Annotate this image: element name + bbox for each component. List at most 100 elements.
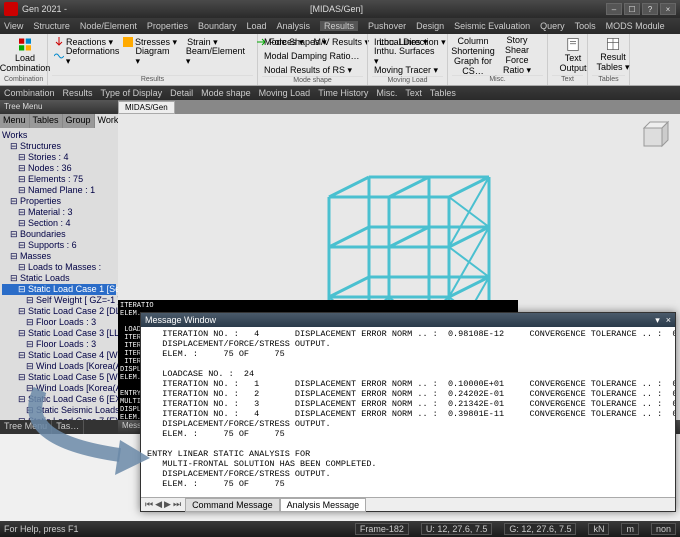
beam-element-button[interactable]: Beam/Element ▾ (184, 50, 253, 62)
tree-node[interactable]: ⊟ Static Seismic Loads [Korea (2, 405, 116, 416)
msgwin-close-icon[interactable]: × (666, 315, 671, 326)
tree-node[interactable]: ⊟ Supports : 6 (2, 240, 116, 251)
ribbon-group-label: Misc. (452, 75, 543, 83)
menu-structure[interactable]: Structure (33, 21, 70, 31)
menu-seismic[interactable]: Seismic Evaluation (454, 21, 530, 31)
ribbon-group-label: Results (52, 75, 253, 83)
menu-boundary[interactable]: Boundary (198, 21, 237, 31)
close-button[interactable]: × (660, 3, 676, 15)
tree-bottom-task[interactable]: Tas… (52, 420, 84, 434)
tree-node[interactable]: ⊟ Boundaries (2, 229, 116, 240)
menu-tools[interactable]: Tools (575, 21, 596, 31)
tree-view[interactable]: Works⊟ Structures⊟ Stories : 4⊟ Nodes : … (0, 128, 118, 420)
menu-node-element[interactable]: Node/Element (80, 21, 137, 31)
tree-node[interactable]: ⊟ Loads to Masses : (2, 262, 116, 273)
menu-design[interactable]: Design (416, 21, 444, 31)
ribbon: Load Combination Combination Reactions ▾… (0, 34, 680, 86)
nodal-results-button[interactable]: Nodal Results of RS ▾ (262, 64, 363, 76)
diagram-button[interactable]: Diagram ▾ (133, 50, 177, 62)
message-window-titlebar[interactable]: Message Window ▾ × (141, 313, 675, 327)
ribbon-group-label: Moving Load (372, 76, 443, 84)
load-combination-button[interactable]: Load Combination (4, 36, 46, 74)
tree-node[interactable]: ⊟ Wind Loads [Korea(Arch.200 (2, 383, 116, 394)
tree-node[interactable]: ⊟ Elements : 75 (2, 174, 116, 185)
tree-node[interactable]: Works (2, 130, 116, 141)
ribbon-group-label: Text (552, 75, 583, 83)
app-title: Gen 2021 - (22, 4, 67, 14)
tree-node[interactable]: ⊟ Static Load Case 6 [EX : X-방… (2, 394, 116, 405)
message-window-body[interactable]: ITERATION NO. : 4 DISPLACEMENT ERROR NOR… (141, 327, 675, 497)
status-mode[interactable]: non (651, 523, 676, 535)
tree-node[interactable]: ⊟ Static Load Case 5 [WY : 풍하… (2, 372, 116, 383)
tree-node[interactable]: ⊟ Floor Loads : 3 (2, 317, 116, 328)
minimize-button[interactable]: – (606, 3, 622, 15)
message-window: Message Window ▾ × ITERATION NO. : 4 DIS… (140, 312, 676, 512)
mode-shapes-button[interactable]: Mode Shapes ▾ (262, 36, 363, 48)
msgtab-prev-icon[interactable]: ◀ (155, 499, 162, 510)
moving-tracer-button[interactable]: Moving Tracer ▾ (372, 64, 443, 76)
tree-node[interactable]: ⊟ Stories : 4 (2, 152, 116, 163)
status-frame: Frame-182 (355, 523, 409, 535)
tree-node[interactable]: ⊟ Static Load Case 4 [WX : 풍하… (2, 350, 116, 361)
tree-node[interactable]: ⊟ Static Load Case 3 [LL : 적재… (2, 328, 116, 339)
tab-command-message[interactable]: Command Message (185, 498, 280, 512)
tree-node[interactable]: ⊟ Named Plane : 1 (2, 185, 116, 196)
tree-bottom-tab[interactable]: Tree Menu (0, 420, 52, 434)
deformations-button[interactable]: Deformations ▾ (52, 50, 127, 62)
msgtab-first-icon[interactable]: ⏮ (145, 499, 153, 510)
maximize-button[interactable]: ☐ (624, 3, 640, 15)
tree-tab-tables[interactable]: Tables (30, 114, 63, 128)
menu-view[interactable]: View (4, 21, 23, 31)
tab-display[interactable]: Type of Display (101, 88, 163, 98)
tree-node[interactable]: ⊟ Nodes : 36 (2, 163, 116, 174)
view-cube-icon[interactable] (640, 120, 670, 150)
menu-analysis[interactable]: Analysis (277, 21, 311, 31)
msgtab-next-icon[interactable]: ▶ (164, 499, 171, 510)
status-u-coord: U: 12, 27.6, 7.5 (421, 523, 493, 535)
tree-node[interactable]: ⊟ Static Load Case 1 [Self : 자… (2, 284, 116, 295)
menu-query[interactable]: Query (540, 21, 565, 31)
tab-movingload[interactable]: Moving Load (259, 88, 311, 98)
msgwin-dropdown-icon[interactable]: ▾ (655, 315, 660, 326)
result-tables-button[interactable]: Result Tables ▾ (592, 36, 634, 74)
viewport-tab[interactable]: MIDAS/Gen (118, 101, 175, 114)
ribbon-group-label: Tables (592, 75, 625, 83)
tab-text[interactable]: Text (405, 88, 422, 98)
ribbon-group-label: Combination (4, 75, 43, 83)
tab-detail[interactable]: Detail (170, 88, 193, 98)
menu-load[interactable]: Load (246, 21, 266, 31)
tree-node[interactable]: ⊟ Self Weight [ GZ=-1 ] (2, 295, 116, 306)
column-shortening-button[interactable]: Column Shortening Graph for CS… (452, 36, 494, 74)
inthu-surfaces-button[interactable]: Inthu. Surfaces ▾ (372, 50, 443, 62)
tree-tab-menu[interactable]: Menu (0, 114, 30, 128)
help-button[interactable]: ? (642, 3, 658, 15)
tree-node[interactable]: ⊟ Properties (2, 196, 116, 207)
menu-properties[interactable]: Properties (147, 21, 188, 31)
tree-node[interactable]: ⊟ Structures (2, 141, 116, 152)
modal-damping-button[interactable]: Modal Damping Ratio… (262, 50, 363, 62)
tree-node[interactable]: ⊟ Wind Loads [Korea(Arch.200 (2, 361, 116, 372)
tab-analysis-message[interactable]: Analysis Message (280, 498, 367, 512)
menu-pushover[interactable]: Pushover (368, 21, 406, 31)
tab-misc[interactable]: Misc. (376, 88, 397, 98)
tree-node[interactable]: ⊟ Static Load Case 2 [DL : 고정… (2, 306, 116, 317)
tab-results[interactable]: Results (63, 88, 93, 98)
tab-timehistory[interactable]: Time History (318, 88, 368, 98)
tab-modeshape[interactable]: Mode shape (201, 88, 251, 98)
tab-tables[interactable]: Tables (430, 88, 456, 98)
tree-node[interactable]: ⊟ Masses (2, 251, 116, 262)
tree-node[interactable]: ⊟ Material : 3 (2, 207, 116, 218)
tree-node[interactable]: ⊟ Section : 4 (2, 218, 116, 229)
tree-node[interactable]: ⊟ Static Loads (2, 273, 116, 284)
story-shear-button[interactable]: Story Shear Force Ratio ▾ (496, 36, 538, 74)
status-unit-length[interactable]: m (621, 523, 639, 535)
menu-results[interactable]: Results (320, 21, 358, 31)
tree-node[interactable]: ⊟ Floor Loads : 3 (2, 339, 116, 350)
status-unit-force[interactable]: kN (588, 523, 609, 535)
msgtab-last-icon[interactable]: ⏭ (173, 499, 181, 510)
menu-mods[interactable]: MODS Module (606, 21, 665, 31)
status-help: For Help, press F1 (4, 524, 79, 534)
tree-title: Tree Menu (0, 100, 118, 114)
tab-combination[interactable]: Combination (4, 88, 55, 98)
tree-tab-group[interactable]: Group (63, 114, 95, 128)
